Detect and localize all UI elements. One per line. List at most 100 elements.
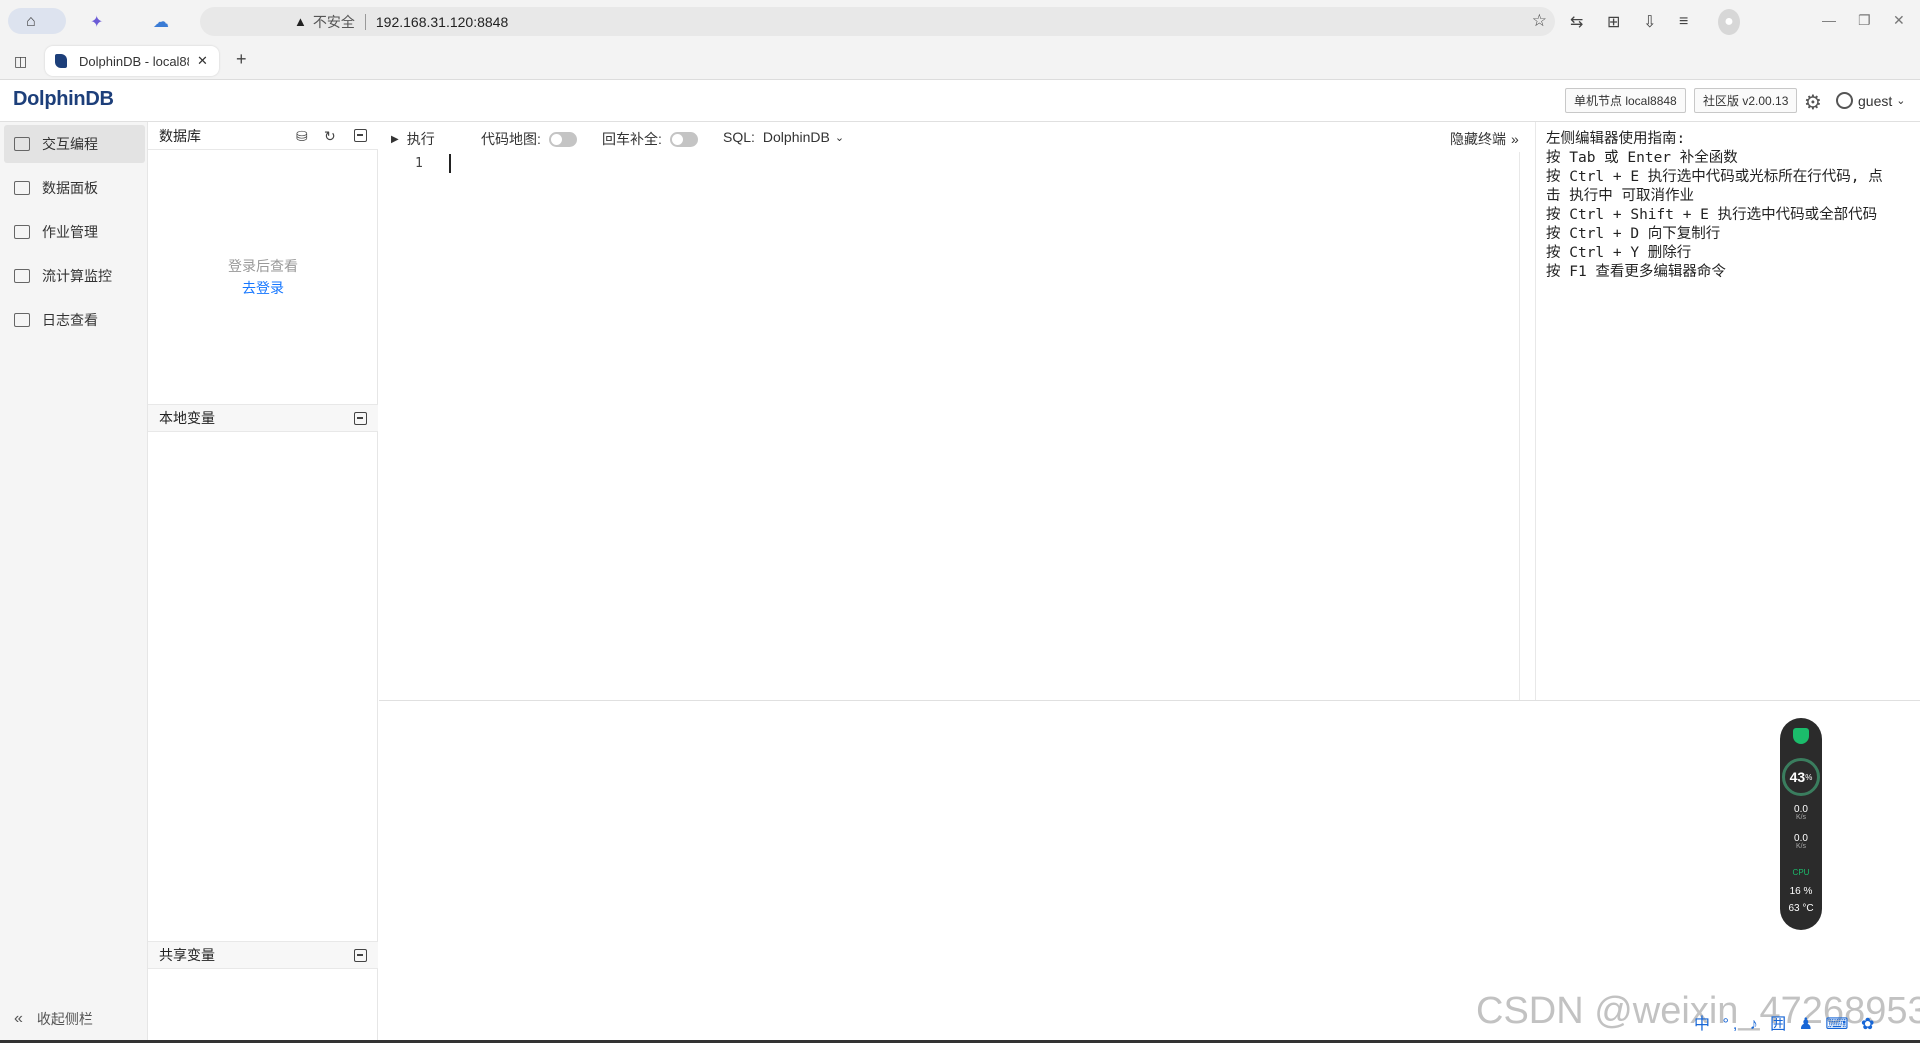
minimize-icon[interactable]: —: [1822, 12, 1836, 28]
enter-complete-switch[interactable]: [669, 131, 698, 147]
ime-toolbar[interactable]: 中 °, ♪ 囲 ♟ ⌨ ✿: [1694, 1010, 1878, 1034]
tab-close-icon[interactable]: ✕: [197, 53, 208, 69]
database-panel: 数据库 ⛁ ↻ 登录后查看 去登录 本地变量 共享变量: [148, 122, 378, 1043]
sidebar-item-dashboard[interactable]: 数据面板: [4, 169, 145, 207]
login-tip: 登录后查看: [228, 258, 298, 274]
database-header: 数据库 ⛁ ↻: [148, 122, 378, 150]
code-map-toggle[interactable]: 代码地图:: [481, 129, 577, 149]
profile-icon[interactable]: ●: [1718, 9, 1740, 35]
log-icon: [14, 313, 30, 327]
collapse-local-vars-icon[interactable]: [354, 412, 367, 425]
browser-chrome: ⌂ ✦ ☁ ‹ › ↻ ▲ 不安全 192.168.31.120:8848 ☆ …: [0, 0, 1920, 80]
new-tab-icon[interactable]: +: [236, 46, 247, 72]
shared-vars-title: 共享变量: [159, 947, 215, 963]
double-chevron-left-icon: «: [14, 1010, 23, 1027]
code-icon: [14, 137, 30, 151]
chevron-down-icon: ⌄: [834, 131, 845, 144]
cpu-label: CPU: [1792, 868, 1810, 877]
tab-title: DolphinDB - local8848: [79, 53, 189, 69]
sidebar-item-label: 数据面板: [42, 180, 98, 196]
copilot-icon[interactable]: ✦: [90, 9, 103, 35]
sidebar-toggle-icon[interactable]: ◫: [14, 48, 27, 74]
execute-label: 执行: [406, 131, 435, 147]
address-bar[interactable]: ▲ 不安全 192.168.31.120:8848 ☆: [200, 7, 1555, 36]
local-vars-title: 本地变量: [159, 410, 215, 426]
system-monitor-widget[interactable]: 43% 0.0 K/s 0.0 K/s CPU 16 % 63 °C: [1780, 718, 1822, 930]
database-icon[interactable]: ⛁: [296, 128, 308, 145]
guide-line: 按 Ctrl + D 向下复制行: [1546, 226, 1721, 242]
guide-line: 左侧编辑器使用指南:: [1546, 131, 1686, 147]
shield-icon: [1793, 728, 1809, 744]
code-map-label: 代码地图:: [481, 131, 541, 147]
upload-speed-unit: K/s: [1795, 814, 1807, 821]
database-title: 数据库: [159, 127, 201, 144]
home-button-bg[interactable]: [8, 8, 66, 34]
sql-label: SQL:: [723, 129, 755, 145]
dolphindb-favicon-icon: [55, 54, 67, 68]
refresh-icon[interactable]: ↻: [324, 128, 336, 145]
tab-row: ◫ DolphinDB - local8848 ✕ +: [0, 42, 1920, 80]
hide-terminal-button[interactable]: 隐藏终端 »: [1450, 129, 1519, 149]
collapse-shared-vars-icon[interactable]: [354, 949, 367, 962]
home-icon[interactable]: ⌂: [26, 9, 36, 35]
memory-percent: 43: [1789, 769, 1806, 785]
restore-icon[interactable]: ❐: [1858, 12, 1871, 29]
shared-vars-header: 共享变量: [148, 941, 378, 969]
guide-line: 击 执行中 可取消作业: [1546, 188, 1694, 204]
sidebar-item-stream-monitor[interactable]: 流计算监控: [4, 257, 145, 295]
sidebar-item-label: 作业管理: [42, 224, 98, 240]
editor-toolbar: ▶ 执行 代码地图: 回车补全: SQL: DolphinDB ⌄ 隐藏终端 »: [379, 122, 1520, 152]
code-editor[interactable]: 1: [379, 152, 1520, 700]
sidebar-item-logs[interactable]: 日志查看: [4, 301, 145, 339]
code-map-switch[interactable]: [548, 131, 577, 147]
text-cursor: [449, 154, 451, 173]
close-window-icon[interactable]: ✕: [1893, 12, 1905, 29]
memory-ring: 43%: [1782, 758, 1820, 796]
warning-icon: ▲: [294, 14, 307, 29]
local-vars-header: 本地变量: [148, 404, 378, 432]
hide-terminal-label: 隐藏终端: [1450, 131, 1506, 147]
download-icon[interactable]: ⇩: [1643, 9, 1656, 35]
memory-percent-unit: %: [1805, 772, 1813, 782]
sql-dialect-select[interactable]: SQL: DolphinDB ⌄: [723, 129, 844, 145]
sidebar-item-label: 流计算监控: [42, 268, 112, 284]
enter-complete-toggle[interactable]: 回车补全:: [602, 129, 698, 149]
sidebar-item-jobs[interactable]: 作业管理: [4, 213, 145, 251]
user-name: guest: [1858, 92, 1893, 109]
gear-icon[interactable]: ⚙: [1804, 90, 1822, 115]
job-icon: [14, 225, 30, 239]
cpu-value: 16 %: [1789, 886, 1813, 897]
collapse-database-icon[interactable]: [354, 129, 367, 142]
version-badge: 社区版 v2.00.13: [1694, 88, 1798, 113]
sidebar-item-label: 交互编程: [42, 136, 98, 152]
browser-tab[interactable]: DolphinDB - local8848 ✕: [45, 46, 219, 76]
address-separator: [364, 13, 366, 30]
url-text[interactable]: 192.168.31.120:8848: [376, 14, 508, 30]
sidebar-item-interactive-programming[interactable]: 交互编程: [4, 125, 145, 163]
collapse-sidebar-button[interactable]: « 收起侧栏: [14, 1009, 93, 1029]
star-icon[interactable]: ☆: [1532, 11, 1547, 31]
reading-icon[interactable]: ⇆: [1570, 9, 1583, 35]
app-logo[interactable]: DolphinDB: [13, 88, 114, 111]
sidebar: 交互编程 数据面板 作业管理 流计算监控 日志查看 « 收起侧栏: [0, 122, 148, 1043]
node-badge: 单机节点 local8848: [1565, 88, 1686, 113]
sql-value: DolphinDB: [762, 129, 830, 145]
line-number: 1: [415, 156, 423, 171]
user-menu[interactable]: guest ⌄: [1836, 92, 1905, 109]
guide-line: 按 Ctrl + Shift + E 执行选中代码或全部代码: [1546, 207, 1878, 223]
login-link[interactable]: 去登录: [148, 278, 378, 298]
menu-icon[interactable]: ≡: [1679, 9, 1688, 35]
guide-line: 按 F1 查看更多编辑器命令: [1546, 264, 1726, 280]
guide-line: 按 Ctrl + Y 删除行: [1546, 245, 1692, 261]
stream-icon: [14, 269, 30, 283]
double-chevron-right-icon: »: [1511, 131, 1519, 147]
download-speed-unit: K/s: [1795, 843, 1807, 850]
extensions-icon[interactable]: ⊞: [1607, 9, 1620, 35]
temp-value: 63 °C: [1788, 903, 1814, 914]
cloud-icon[interactable]: ☁: [153, 9, 169, 35]
execute-button[interactable]: ▶ 执行: [391, 129, 435, 149]
user-avatar-icon: [1836, 92, 1853, 109]
insecure-label: 不安全: [312, 13, 355, 30]
dashboard-icon: [14, 181, 30, 195]
collapse-label: 收起侧栏: [36, 1011, 93, 1027]
